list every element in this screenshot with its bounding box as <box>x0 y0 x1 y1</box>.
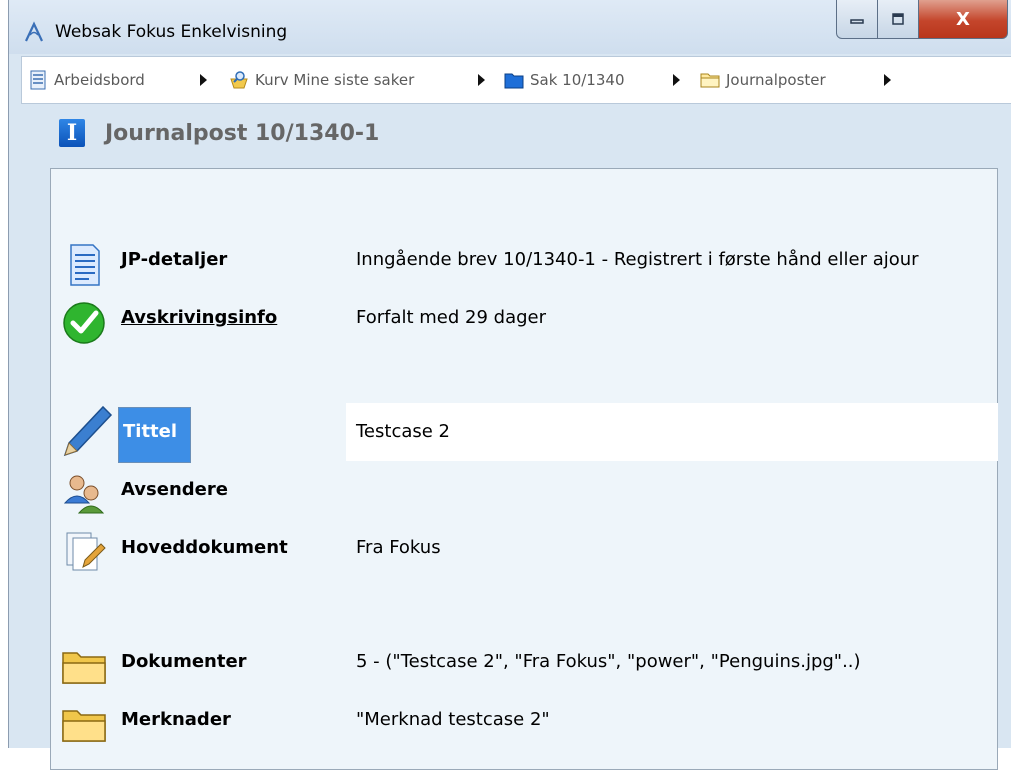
row-label: Merknader <box>121 709 231 730</box>
row-label: Hoveddokument <box>121 537 288 558</box>
row-merknader: Merknader "Merknad testcase 2" <box>51 695 997 747</box>
breadcrumb-separator-icon[interactable] <box>884 74 891 86</box>
app-logo-icon <box>25 21 43 42</box>
breadcrumb-item-arbeidsbord[interactable]: Arbeidsbord <box>28 69 145 91</box>
breadcrumb: Arbeidsbord Kurv Mine siste saker Sak 10… <box>21 56 1011 104</box>
document-icon <box>70 244 100 286</box>
maximize-icon <box>892 13 904 25</box>
documents-edit-icon <box>66 532 106 571</box>
row-hoveddokument: Hoveddokument Fra Fokus <box>51 523 997 575</box>
page-heading: I Journalpost 10/1340-1 <box>59 118 379 148</box>
row-label: Dokumenter <box>121 651 247 672</box>
breadcrumb-label: Sak 10/1340 <box>530 71 625 89</box>
folder-icon <box>62 652 106 684</box>
breadcrumb-separator-icon <box>673 74 680 86</box>
info-icon: I <box>59 119 85 147</box>
breadcrumb-separator-icon <box>200 74 207 86</box>
maximize-button[interactable] <box>877 0 919 39</box>
blue-folder-icon <box>504 73 524 89</box>
row-value: 5 - ("Testcase 2", "Fra Fokus", "power",… <box>356 651 861 672</box>
breadcrumb-separator-icon <box>478 74 485 86</box>
pencil-icon <box>63 405 113 457</box>
row-label: Avsendere <box>121 479 228 500</box>
close-button[interactable]: X <box>918 0 1008 39</box>
row-value: Inngående brev 10/1340-1 - Registrert i … <box>356 249 919 270</box>
app-window: Websak Fokus Enkelvisning X Arbeidsbord <box>8 0 1011 770</box>
page-title: Journalpost 10/1340-1 <box>105 120 380 146</box>
row-label: JP-detaljer <box>121 249 228 270</box>
row-value: "Merknad testcase 2" <box>356 709 550 730</box>
breadcrumb-label: Arbeidsbord <box>54 71 145 89</box>
row-avskrivingsinfo: Avskrivingsinfo Forfalt med 29 dager <box>51 293 997 345</box>
breadcrumb-item-kurv[interactable]: Kurv Mine siste saker <box>229 69 414 91</box>
row-value: Forfalt med 29 dager <box>356 307 547 328</box>
checkmark-icon <box>63 302 105 344</box>
breadcrumb-label: Journalposter <box>726 71 826 89</box>
row-dokumenter: Dokumenter 5 - ("Testcase 2", "Fra Fokus… <box>51 637 997 689</box>
folder-icon <box>62 710 106 742</box>
row-avsendere: Avsendere <box>51 465 997 517</box>
row-tittel[interactable]: Tittel Testcase 2 <box>51 403 998 463</box>
document-list-icon <box>30 70 46 90</box>
breadcrumb-label: Kurv Mine siste saker <box>255 71 415 89</box>
row-jp-detaljer: JP-detaljer Inngående brev 10/1340-1 - R… <box>51 235 997 287</box>
folder-icon <box>700 73 720 88</box>
users-icon <box>63 475 105 514</box>
breadcrumb-item-journalposter[interactable]: Journalposter <box>700 69 826 91</box>
avskrivingsinfo-link[interactable]: Avskrivingsinfo <box>121 307 277 328</box>
title-bar[interactable]: Websak Fokus Enkelvisning X <box>9 0 1011 54</box>
row-value[interactable]: Testcase 2 <box>356 421 450 442</box>
basket-search-icon <box>230 71 248 89</box>
minimize-button[interactable] <box>836 0 878 39</box>
window-title: Websak Fokus Enkelvisning <box>55 22 288 42</box>
close-icon: X <box>956 8 970 30</box>
row-value: Fra Fokus <box>356 537 441 558</box>
minimize-icon <box>850 19 864 24</box>
details-panel: JP-detaljer Inngående brev 10/1340-1 - R… <box>50 168 998 770</box>
row-label: Tittel <box>123 421 178 442</box>
breadcrumb-item-sak[interactable]: Sak 10/1340 <box>504 69 624 91</box>
